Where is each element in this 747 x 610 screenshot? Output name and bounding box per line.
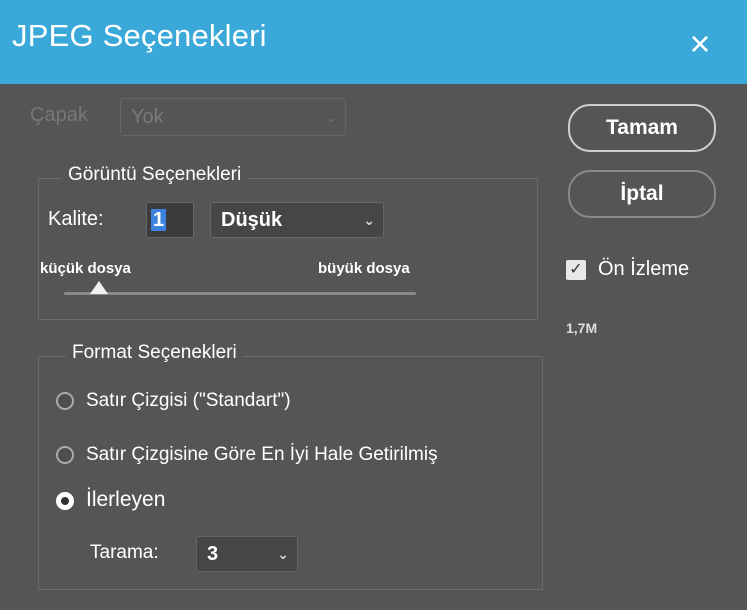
baseline-standard-radio[interactable]: [56, 392, 74, 410]
close-icon[interactable]: ×: [680, 24, 720, 64]
baseline-standard-label: Satır Çizgisi ("Standart"): [86, 390, 291, 411]
baseline-optimized-radio[interactable]: [56, 446, 74, 464]
preview-label: Ön İzleme: [598, 258, 690, 280]
quality-input[interactable]: 1: [146, 202, 194, 238]
image-options-title: Görüntü Seçenekleri: [62, 164, 248, 186]
scans-value: 3: [207, 543, 219, 565]
cancel-button[interactable]: İptal: [568, 170, 716, 218]
dialog-body: Çapak Yok ⌄ Tamam İptal ✓ Ön İzleme 1,7M…: [0, 84, 747, 610]
chevron-down-icon: ⌄: [325, 109, 337, 125]
scans-select[interactable]: 3 ⌄: [196, 536, 298, 572]
quality-value: 1: [151, 209, 167, 231]
image-options-group: [38, 178, 538, 320]
matte-label: Çapak: [30, 104, 88, 126]
quality-slider-thumb[interactable]: [90, 281, 109, 294]
large-file-label: büyük dosya: [318, 260, 410, 277]
scans-label: Tarama:: [90, 542, 159, 563]
format-options-title: Format Seçenekleri: [66, 342, 243, 364]
quality-preset-value: Düşük: [221, 209, 283, 231]
chevron-down-icon: ⌄: [277, 546, 289, 562]
quality-label: Kalite:: [48, 208, 104, 230]
small-file-label: küçük dosya: [40, 260, 131, 277]
title-bar: JPEG Seçenekleri ×: [0, 0, 747, 84]
quality-slider-track[interactable]: [64, 292, 416, 295]
chevron-down-icon: ⌄: [363, 212, 375, 228]
ok-button[interactable]: Tamam: [568, 104, 716, 152]
progressive-label: İlerleyen: [86, 488, 166, 511]
dialog-title: JPEG Seçenekleri: [12, 18, 267, 53]
file-size-readout: 1,7M: [566, 320, 598, 336]
progressive-radio[interactable]: [56, 492, 74, 510]
quality-preset-select[interactable]: Düşük ⌄: [210, 202, 384, 238]
baseline-optimized-label: Satır Çizgisine Göre En İyi Hale Getiril…: [86, 444, 438, 465]
matte-select: Yok ⌄: [120, 98, 346, 136]
matte-value: Yok: [131, 106, 164, 128]
preview-checkbox[interactable]: ✓: [566, 260, 586, 280]
